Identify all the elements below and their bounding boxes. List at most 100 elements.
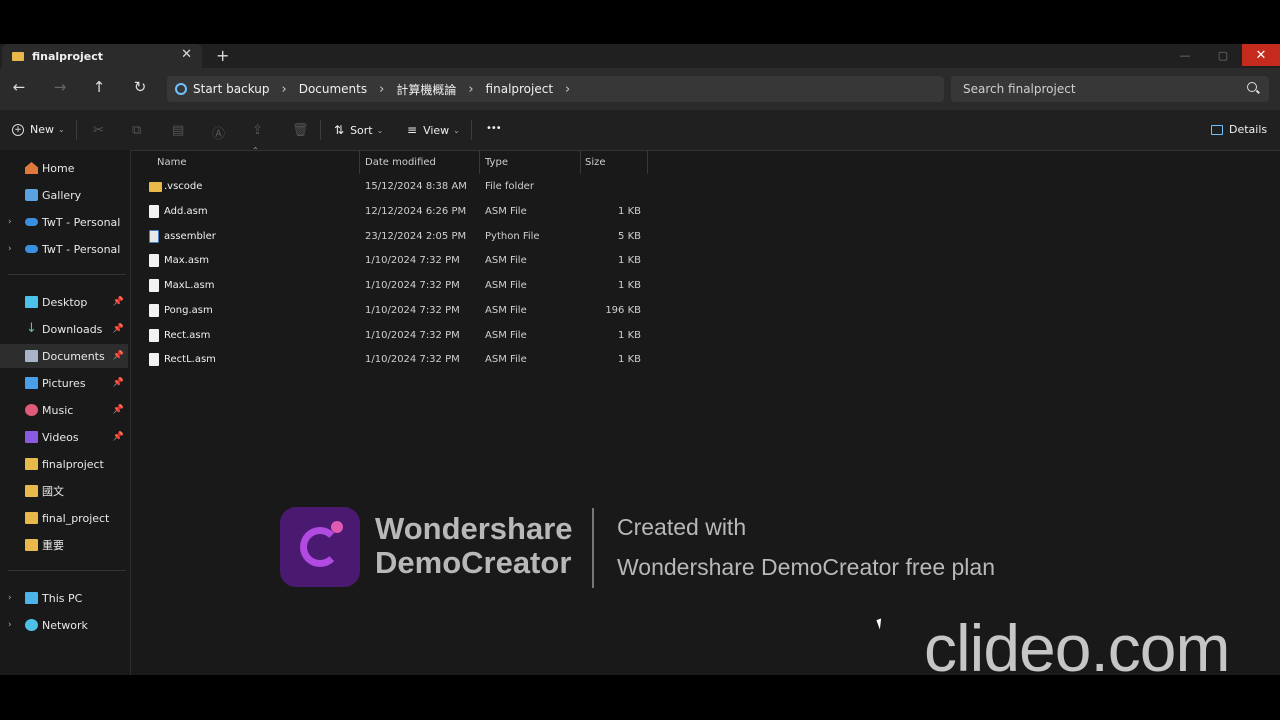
- file-size: 1 KB: [618, 255, 641, 266]
- refresh-button[interactable]: ↻: [130, 78, 150, 96]
- chevron-right-icon[interactable]: ›: [8, 620, 12, 630]
- cut-icon[interactable]: ✂: [93, 123, 104, 138]
- new-button[interactable]: + New ⌄: [12, 123, 65, 136]
- paste-icon[interactable]: ▤: [172, 123, 184, 138]
- folder-icon: [25, 458, 38, 470]
- sidebar-item-music[interactable]: Music 📌: [0, 398, 128, 422]
- sidebar-item-finalproject[interactable]: finalproject: [0, 452, 128, 476]
- watermark-brand-line2: DemoCreator: [375, 545, 572, 580]
- column-divider[interactable]: [647, 150, 648, 174]
- rename-icon[interactable]: Ⓐ: [212, 123, 225, 142]
- copy-icon[interactable]: ⧉: [132, 123, 141, 138]
- democreator-logo-dot-icon: [331, 521, 343, 533]
- sidebar-item-gallery[interactable]: Gallery: [0, 183, 128, 207]
- file-row-vscode[interactable]: .vscode 15/12/2024 8:38 AM File folder: [131, 175, 651, 199]
- file-name: Add.asm: [164, 206, 208, 217]
- file-icon: [149, 304, 159, 317]
- breadcrumb-documents[interactable]: Documents: [299, 82, 367, 96]
- start-backup-button[interactable]: Start backup: [193, 82, 270, 96]
- sidebar-item-pictures[interactable]: Pictures 📌: [0, 371, 128, 395]
- file-row-pong[interactable]: Pong.asm 1/10/2024 7:32 PM ASM File 196 …: [131, 299, 651, 323]
- file-name: Pong.asm: [164, 305, 213, 316]
- chevron-right-icon[interactable]: ›: [565, 82, 570, 97]
- file-row-rectl[interactable]: RectL.asm 1/10/2024 7:32 PM ASM File 1 K…: [131, 348, 651, 372]
- view-button[interactable]: ≡ View ⌄: [407, 123, 460, 137]
- documents-icon: [25, 350, 38, 362]
- file-row-rect[interactable]: Rect.asm 1/10/2024 7:32 PM ASM File 1 KB: [131, 324, 651, 348]
- up-button[interactable]: ↑: [89, 78, 109, 96]
- close-tab-icon[interactable]: ✕: [181, 47, 192, 62]
- download-icon: ↓: [26, 321, 37, 336]
- sidebar-item-label: This PC: [42, 591, 83, 605]
- search-icon[interactable]: [1247, 82, 1257, 92]
- chevron-right-icon[interactable]: ›: [8, 244, 12, 254]
- minimize-button[interactable]: —: [1166, 44, 1204, 66]
- sidebar-item-documents[interactable]: Documents 📌: [0, 344, 128, 368]
- more-options-button[interactable]: •••: [486, 123, 502, 134]
- sidebar-item-label: Home: [42, 161, 75, 175]
- back-button[interactable]: ←: [9, 78, 29, 96]
- chevron-right-icon[interactable]: ›: [379, 82, 384, 97]
- file-row-maxl[interactable]: MaxL.asm 1/10/2024 7:32 PM ASM File 1 KB: [131, 274, 651, 298]
- column-header-type[interactable]: Type: [485, 150, 508, 174]
- sidebar-item-downloads[interactable]: ↓ Downloads 📌: [0, 317, 128, 341]
- pin-icon[interactable]: 📌: [113, 432, 124, 442]
- sidebar-item-important[interactable]: 重要: [0, 533, 128, 557]
- pin-icon[interactable]: 📌: [113, 297, 124, 307]
- file-row-assembler[interactable]: assembler 23/12/2024 2:05 PM Python File…: [131, 225, 651, 249]
- file-icon: [149, 205, 159, 218]
- close-window-button[interactable]: ✕: [1242, 44, 1280, 66]
- column-header-name[interactable]: Name: [157, 150, 187, 174]
- sidebar-item-final-project[interactable]: final_project: [0, 506, 128, 530]
- forward-button[interactable]: →: [50, 78, 70, 96]
- chevron-right-icon[interactable]: ›: [8, 217, 12, 227]
- file-row-max[interactable]: Max.asm 1/10/2024 7:32 PM ASM File 1 KB: [131, 249, 651, 273]
- file-date: 1/10/2024 7:32 PM: [365, 354, 460, 365]
- sidebar-item-videos[interactable]: Videos 📌: [0, 425, 128, 449]
- chevron-down-icon: ⌄: [58, 125, 65, 134]
- cloud-icon: [25, 218, 38, 226]
- details-button[interactable]: Details: [1211, 123, 1267, 136]
- chevron-right-icon[interactable]: ›: [468, 82, 473, 97]
- new-label: New: [30, 123, 54, 136]
- sidebar-item-desktop[interactable]: Desktop 📌: [0, 290, 128, 314]
- file-name: MaxL.asm: [164, 280, 215, 291]
- column-header-size[interactable]: Size: [585, 150, 606, 174]
- details-label: Details: [1229, 123, 1268, 136]
- network-icon: [25, 619, 38, 631]
- tab-finalproject[interactable]: finalproject ✕: [2, 44, 202, 68]
- search-input[interactable]: Search finalproject: [951, 76, 1269, 102]
- breadcrumb-finalproject[interactable]: finalproject: [486, 82, 554, 96]
- pin-icon[interactable]: 📌: [113, 405, 124, 415]
- sidebar-item-label: Pictures: [42, 376, 86, 390]
- sidebar-item-chinese[interactable]: 國文: [0, 479, 128, 503]
- column-divider[interactable]: [479, 150, 480, 174]
- file-size: 1 KB: [618, 354, 641, 365]
- maximize-button[interactable]: ▢: [1204, 44, 1242, 66]
- column-header-date[interactable]: Date modified: [365, 150, 436, 174]
- column-divider[interactable]: [359, 150, 360, 174]
- sidebar-item-label: Downloads: [42, 322, 103, 336]
- new-tab-button[interactable]: +: [216, 46, 229, 65]
- sidebar-item-label: 國文: [42, 485, 64, 498]
- file-type: ASM File: [485, 354, 527, 365]
- tab-label: finalproject: [32, 49, 104, 63]
- chevron-right-icon[interactable]: ›: [8, 593, 12, 603]
- sidebar-item-network[interactable]: › Network: [0, 613, 128, 637]
- sort-button[interactable]: ⇅ Sort ⌄: [334, 123, 383, 137]
- file-row-add[interactable]: Add.asm 12/12/2024 6:26 PM ASM File 1 KB: [131, 200, 651, 224]
- sidebar-item-onedrive-2[interactable]: › TwT - Personal: [0, 237, 128, 261]
- pin-icon[interactable]: 📌: [113, 351, 124, 361]
- sidebar-item-this-pc[interactable]: › This PC: [0, 586, 128, 610]
- sidebar-item-onedrive-1[interactable]: › TwT - Personal: [0, 210, 128, 234]
- pin-icon[interactable]: 📌: [113, 378, 124, 388]
- pin-icon[interactable]: 📌: [113, 324, 124, 334]
- share-icon[interactable]: ⇪: [252, 123, 263, 138]
- file-type: ASM File: [485, 305, 527, 316]
- column-divider[interactable]: [580, 150, 581, 174]
- address-bar[interactable]: Start backup › Documents › 計算機概論 › final…: [167, 76, 944, 102]
- delete-icon[interactable]: 🗑: [292, 123, 309, 138]
- breadcrumb-course[interactable]: 計算機概論: [396, 81, 456, 98]
- chevron-right-icon[interactable]: ›: [282, 82, 287, 97]
- sidebar-item-home[interactable]: Home: [0, 156, 128, 180]
